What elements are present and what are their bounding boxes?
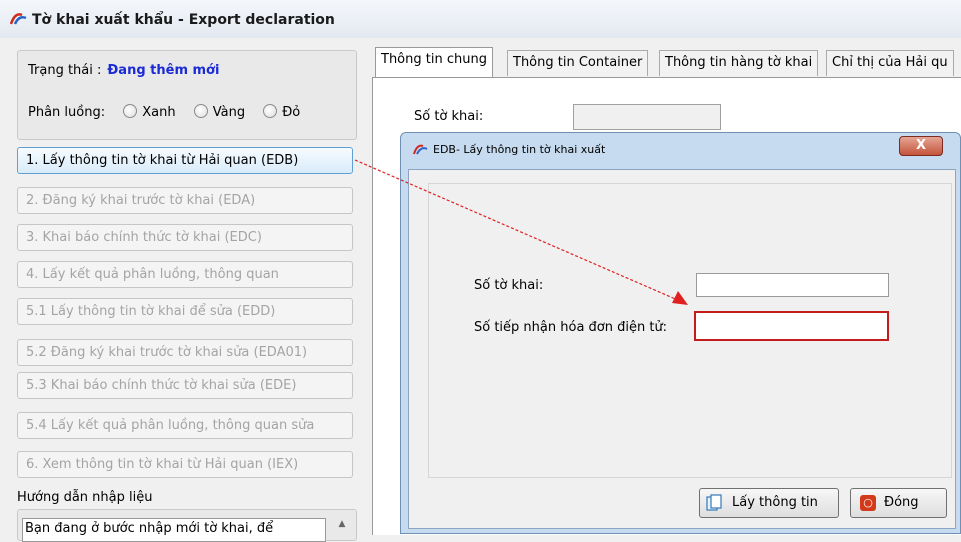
pointer-arrow (354, 159, 688, 305)
